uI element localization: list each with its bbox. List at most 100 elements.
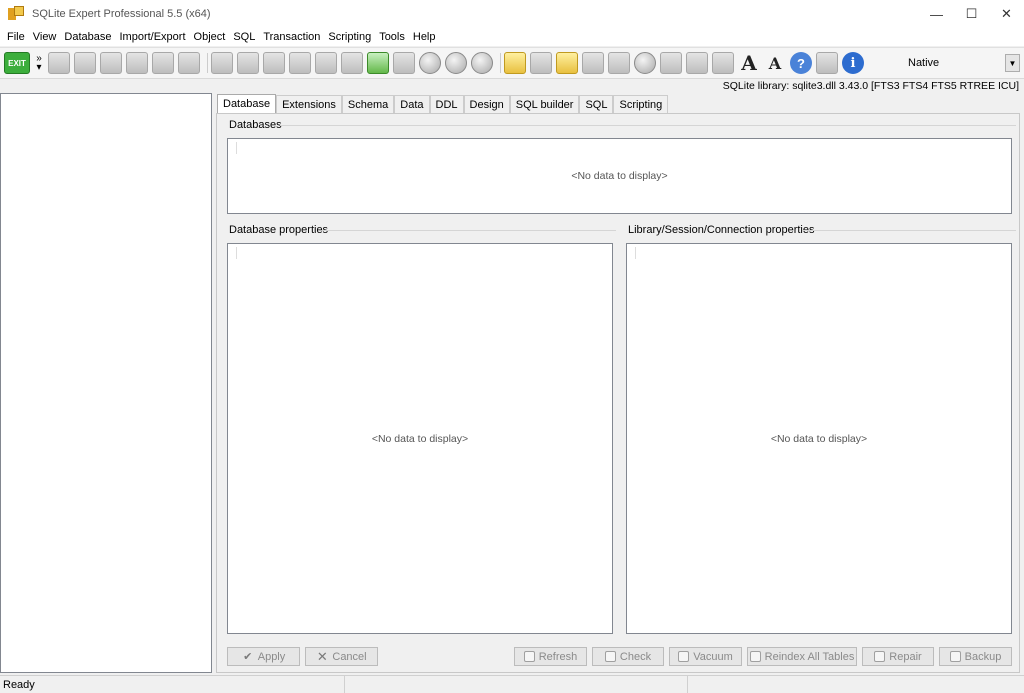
reindex-all-tables-button[interactable]: Reindex All Tables (747, 647, 857, 666)
export-icon[interactable] (237, 52, 259, 74)
execute-sql-icon[interactable] (367, 52, 389, 74)
menu-tools[interactable]: Tools (375, 31, 409, 43)
group-divider (802, 230, 1016, 231)
close-database-icon[interactable] (152, 52, 174, 74)
attach-database-icon[interactable] (100, 52, 122, 74)
toolbar-overflow-icon[interactable]: » ▾ (34, 54, 44, 73)
refresh-icon (523, 651, 535, 662)
import-icon[interactable] (211, 52, 233, 74)
tab-sql[interactable]: SQL (579, 95, 614, 113)
repair-button-label: Repair (889, 650, 922, 663)
group-divider (280, 125, 1016, 126)
font-increase-icon[interactable]: A (738, 51, 760, 75)
cancel-button-label: Cancel (332, 650, 367, 663)
toolbar-separator (500, 53, 501, 73)
check-button-label: Check (619, 650, 652, 663)
tab-schema[interactable]: Schema (341, 95, 395, 113)
new-database-icon[interactable] (48, 52, 70, 74)
backup-button-label: Backup (964, 650, 1002, 663)
tab-data[interactable]: Data (394, 95, 430, 113)
exit-button[interactable]: EXIT (4, 52, 30, 74)
cancel-button[interactable]: ✕ Cancel (305, 647, 378, 666)
library-properties-label: Library/Session/Connection properties (628, 224, 815, 236)
menu-import-export[interactable]: Import/Export (115, 31, 189, 43)
save-script-icon[interactable] (582, 52, 604, 74)
menu-sql[interactable]: SQL (229, 31, 259, 43)
open-database-icon[interactable] (74, 52, 96, 74)
new-script-icon[interactable] (504, 52, 526, 74)
databases-group-label: Databases (229, 119, 282, 131)
repair-button[interactable]: Repair (862, 647, 934, 666)
group-divider (322, 230, 616, 231)
edit-table-icon[interactable] (341, 52, 363, 74)
database-properties-grid[interactable]: <No data to display> (227, 243, 613, 634)
encoding-select[interactable]: Native ▼ (904, 52, 1020, 74)
tab-sql-builder[interactable]: SQL builder (509, 95, 580, 113)
tab-scripting[interactable]: Scripting (613, 95, 669, 113)
close-button[interactable]: ✕ (989, 0, 1024, 28)
backup-button[interactable]: Backup (939, 647, 1012, 666)
vacuum-button[interactable]: Vacuum (669, 647, 742, 666)
grid-indicator (635, 247, 636, 259)
window-controls: — ☐ ✕ (919, 0, 1024, 28)
open-script-icon[interactable] (530, 52, 552, 74)
apply-button[interactable]: ✔ Apply (227, 647, 300, 666)
paste-icon[interactable] (686, 52, 708, 74)
grid-indicator (236, 247, 237, 259)
drop-table-icon[interactable] (289, 52, 311, 74)
detach-database-icon[interactable] (126, 52, 148, 74)
menu-help[interactable]: Help (409, 31, 440, 43)
status-segment (688, 676, 1024, 693)
next-icon[interactable] (445, 52, 467, 74)
menu-file[interactable]: File (3, 31, 29, 43)
stop-icon[interactable] (471, 52, 493, 74)
library-properties-grid[interactable]: <No data to display> (626, 243, 1012, 634)
backup-icon (949, 651, 961, 662)
empty-table-icon[interactable] (315, 52, 337, 74)
database-tree-pane[interactable] (0, 93, 212, 673)
font-decrease-icon[interactable]: A (764, 52, 786, 74)
menu-bar: File View Database Import/Export Object … (0, 28, 1024, 46)
databases-grid[interactable]: <No data to display> (227, 138, 1012, 214)
database-properties-label: Database properties (229, 224, 329, 236)
chevron-down-icon[interactable]: ▼ (1005, 54, 1020, 72)
copy-icon[interactable] (660, 52, 682, 74)
delete-script-icon[interactable] (556, 52, 578, 74)
check-button[interactable]: Check (592, 647, 664, 666)
menu-database[interactable]: Database (60, 31, 115, 43)
apply-button-label: Apply (257, 650, 286, 663)
library-properties-empty-text: <No data to display> (770, 432, 868, 445)
minimize-button[interactable]: — (919, 0, 954, 28)
maximize-button[interactable]: ☐ (954, 0, 989, 28)
encoding-select-value: Native (908, 57, 940, 69)
new-table-icon[interactable] (263, 52, 285, 74)
info-icon[interactable]: i (842, 52, 864, 74)
databases-empty-text: <No data to display> (571, 170, 668, 182)
tab-extensions[interactable]: Extensions (276, 95, 342, 113)
toolbar-separator (207, 53, 208, 73)
settings-gear-icon[interactable] (634, 52, 656, 74)
check-mark-icon: ✔ (243, 651, 253, 663)
vacuum-icon (678, 651, 690, 662)
print-icon[interactable] (712, 52, 734, 74)
vacuum-button-label: Vacuum (693, 650, 733, 663)
window-download-icon[interactable] (816, 52, 838, 74)
play-icon[interactable] (419, 52, 441, 74)
reindex-icon (749, 651, 761, 662)
copy-database-icon[interactable] (178, 52, 200, 74)
tab-design[interactable]: Design (463, 95, 510, 113)
main-toolbar: EXIT » ▾ A A ? i Native ▼ (0, 47, 1024, 79)
refresh-button[interactable]: Refresh (514, 647, 587, 666)
execute-script-icon[interactable] (393, 52, 415, 74)
menu-view[interactable]: View (29, 31, 61, 43)
tab-bar: Database Extensions Schema Data DDL Desi… (217, 94, 669, 113)
menu-object[interactable]: Object (190, 31, 230, 43)
status-bar: Ready (0, 675, 1024, 693)
window-title: SQLite Expert Professional 5.5 (x64) (32, 8, 211, 20)
run-script-icon[interactable] (608, 52, 630, 74)
help-icon[interactable]: ? (790, 52, 812, 74)
tab-database[interactable]: Database (217, 94, 277, 113)
menu-transaction[interactable]: Transaction (259, 31, 324, 43)
menu-scripting[interactable]: Scripting (324, 31, 375, 43)
tab-ddl[interactable]: DDL (429, 95, 464, 113)
